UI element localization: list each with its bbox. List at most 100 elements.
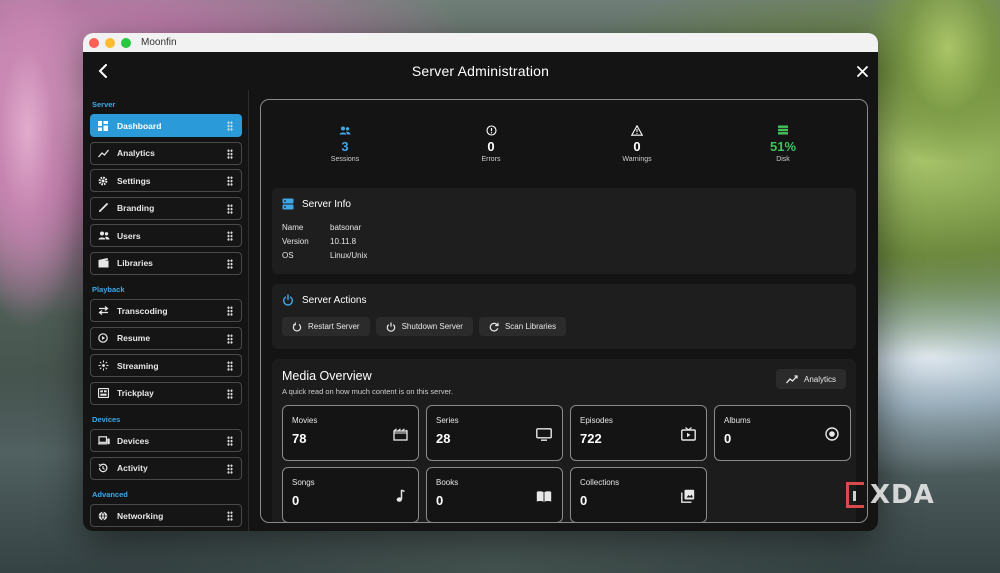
devices-icon (98, 434, 112, 448)
sidebar-item-label: Resume (117, 333, 151, 343)
media-tile-series[interactable]: Series 28 (426, 405, 563, 461)
drag-handle-icon[interactable] (227, 203, 233, 214)
stat-label: Disk (776, 156, 790, 163)
movie-icon (392, 426, 408, 442)
close-window-button[interactable] (89, 37, 99, 48)
transcode-icon (98, 304, 112, 318)
drag-handle-icon[interactable] (227, 121, 233, 131)
stat-value: 0 (633, 139, 641, 154)
sidebar-item-settings[interactable]: Settings (90, 169, 242, 192)
streaming-icon (98, 359, 112, 373)
analytics-icon (785, 374, 798, 384)
drag-handle-icon[interactable] (227, 388, 233, 399)
drag-handle-icon[interactable] (227, 436, 233, 446)
media-tile-episodes[interactable]: Episodes 722 (570, 405, 707, 461)
sidebar-item-label: Trickplay (117, 388, 154, 398)
analytics-button[interactable]: Analytics (775, 369, 846, 389)
stat-errors: 0 Errors (418, 110, 564, 176)
sidebar: Server Dashboard Analytics Settings Branding… (83, 90, 249, 531)
drag-handle-icon[interactable] (227, 176, 233, 186)
media-overview-header: Media Overview A quick read on how much … (282, 369, 846, 396)
media-tile-movies[interactable]: Movies 78 (282, 405, 419, 461)
sidebar-item-label: Activity (117, 463, 148, 473)
action-button-label: Shutdown Server (401, 322, 463, 331)
play-circle-icon (98, 331, 112, 345)
sidebar-item-trickplay[interactable]: Trickplay (90, 381, 242, 405)
sidebar-item-label: Settings (117, 175, 151, 186)
dashboard-icon (98, 119, 112, 133)
server-actions-heading: Server Actions (282, 293, 846, 307)
sidebar-item-label: Users (117, 230, 141, 241)
sidebar-item-resume[interactable]: Resume (90, 326, 242, 350)
sidebar-item-devices[interactable]: Devices (90, 429, 242, 452)
action-button-label: Restart Server (308, 322, 360, 331)
trickplay-icon (98, 386, 112, 400)
media-tiles: Movies 78 Series 28 Episodes 722 Albums 0 Songs 0… (282, 405, 851, 522)
sidebar-item-transcoding[interactable]: Transcoding (90, 299, 242, 322)
minimize-window-button[interactable] (105, 37, 115, 48)
drag-handle-icon[interactable] (227, 231, 233, 241)
close-icon (856, 65, 868, 77)
warning-icon (631, 123, 643, 137)
page-title: Server Administration (411, 63, 550, 79)
sidebar-item-branding[interactable]: Branding (90, 196, 242, 220)
sidebar-section-label: Playback (92, 285, 125, 294)
xda-logo-mark (846, 482, 864, 508)
sidebar-item-label: Dashboard (117, 120, 162, 131)
media-tile-books[interactable]: Books 0 (426, 467, 563, 522)
tile-label: Movies (292, 416, 318, 425)
scan-libraries-button[interactable]: Scan Libraries (478, 317, 567, 336)
stats-row: 3 Sessions 0 Errors 0 Warnings 51% Disk (272, 110, 856, 176)
drag-handle-icon[interactable] (227, 511, 233, 521)
drag-handle-icon[interactable] (227, 463, 233, 474)
sidebar-item-label: Networking (117, 510, 164, 521)
info-value: 10.11.8 (330, 237, 357, 246)
drag-handle-icon[interactable] (227, 333, 233, 344)
analytics-icon (98, 146, 112, 160)
back-button[interactable] (93, 61, 113, 81)
stat-warnings: 0 Warnings (564, 110, 710, 176)
globe-icon (98, 509, 112, 523)
server-actions-buttons: Restart Server Shutdown Server Scan Librar… (282, 317, 846, 336)
sidebar-item-activity[interactable]: Activity (90, 456, 242, 480)
stat-disk: 51% Disk (710, 110, 856, 176)
sidebar-item-label: Devices (117, 435, 150, 446)
drag-handle-icon[interactable] (227, 258, 233, 269)
drag-handle-icon[interactable] (227, 361, 233, 371)
media-tile-albums[interactable]: Albums 0 (714, 405, 851, 461)
sidebar-item-dashboard[interactable]: Dashboard (90, 114, 242, 137)
title-bar: Moonfin (83, 33, 878, 52)
sidebar-item-libraries[interactable]: Libraries (90, 251, 242, 275)
info-key: Name (282, 223, 304, 232)
stat-label: Sessions (330, 156, 360, 163)
tile-label: Songs (292, 478, 315, 487)
server-icon (282, 197, 296, 211)
brush-icon (98, 201, 112, 215)
server-info-title: Server Info (302, 198, 351, 210)
restart-icon (292, 322, 302, 332)
app-window: Moonfin Server Administration Server Dash… (83, 33, 878, 531)
media-tile-songs[interactable]: Songs 0 (282, 467, 419, 522)
media-tile-collections[interactable]: Collections 0 (570, 467, 707, 522)
close-button[interactable] (852, 61, 872, 81)
music-note-icon (392, 488, 408, 504)
sidebar-item-label: Libraries (117, 258, 153, 268)
drag-handle-icon[interactable] (227, 148, 233, 159)
chevron-left-icon (98, 64, 107, 78)
sidebar-item-label: Analytics (117, 148, 155, 158)
drag-handle-icon[interactable] (227, 306, 233, 316)
sidebar-item-analytics[interactable]: Analytics (90, 141, 242, 165)
maximize-window-button[interactable] (121, 37, 131, 48)
media-overview-subtitle: A quick read on how much content is on t… (282, 387, 453, 396)
shutdown-server-button[interactable]: Shutdown Server (375, 317, 473, 336)
server-info-card: Server Info Name batsonar Version 10.11.8 OS… (272, 188, 856, 274)
sidebar-item-networking[interactable]: Networking (90, 504, 242, 527)
page-header: Server Administration (83, 52, 878, 90)
storage-icon (778, 123, 788, 137)
sidebar-item-users[interactable]: Users (90, 224, 242, 247)
sidebar-item-label: Streaming (117, 360, 159, 371)
sidebar-item-streaming[interactable]: Streaming (90, 354, 242, 377)
restart-server-button[interactable]: Restart Server (282, 317, 370, 336)
action-button-label: Scan Libraries (504, 322, 557, 331)
app-title: Moonfin (141, 37, 177, 48)
